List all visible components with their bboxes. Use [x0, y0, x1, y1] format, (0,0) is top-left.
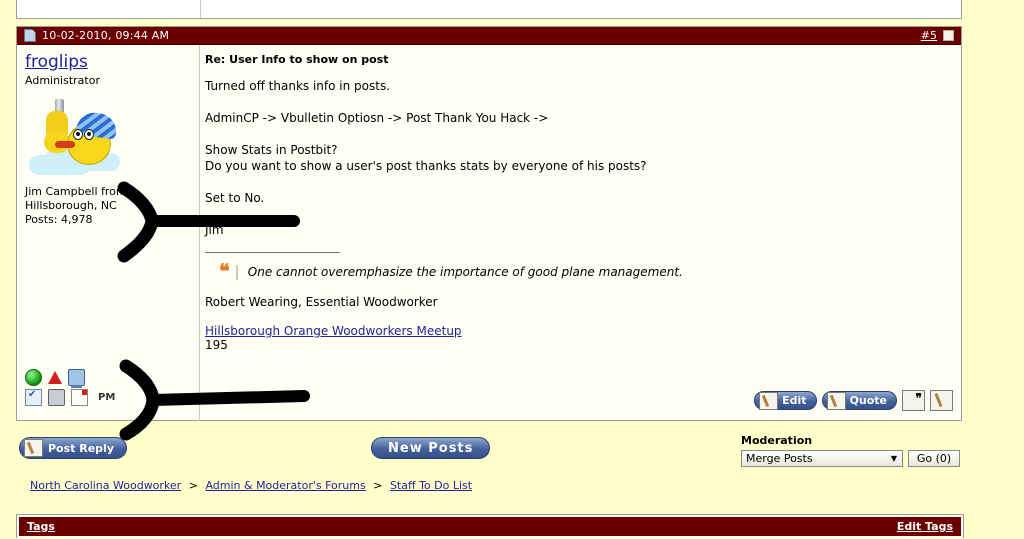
post-body-row: froglips Administrator Jim Campbell from…: [17, 45, 961, 421]
post-line-2: AdminCP -> Vbulletin Optiosn -> Post Tha…: [205, 111, 549, 125]
post-line-5: Set to No.: [205, 191, 265, 205]
moderation-go-button[interactable]: Go (0): [908, 450, 960, 467]
breadcrumb-separator-1: >: [188, 479, 198, 492]
moderation-panel: Moderation Merge Posts ▼ Go (0): [741, 434, 971, 467]
printer-icon[interactable]: [48, 389, 65, 406]
moderation-controls: Merge Posts ▼ Go (0): [741, 450, 971, 467]
tags-bar: Tags Edit Tags: [19, 517, 961, 536]
avatar-eye-left: [73, 128, 83, 140]
tags-link[interactable]: Tags: [27, 520, 55, 533]
user-meta: Jim Campbell from Hillsborough, NC Posts…: [25, 185, 199, 227]
warning-triangle-icon[interactable]: [48, 371, 62, 384]
page-flag-icon[interactable]: [71, 389, 88, 406]
quote-icon: [826, 391, 846, 410]
breadcrumb-item-category[interactable]: Admin & Moderator's Forums: [205, 479, 365, 492]
moderation-selected-value: Merge Posts: [746, 452, 813, 465]
moderation-select[interactable]: Merge Posts ▼: [741, 450, 903, 467]
post-number-text: #5: [920, 29, 937, 42]
post-title: Re: User Info to show on post: [205, 53, 389, 66]
edit-tags-link[interactable]: Edit Tags: [897, 520, 953, 533]
signature-quote: ❝ One cannot overemphasize the importanc…: [219, 259, 951, 283]
user-info-column: froglips Administrator Jim Campbell from…: [17, 45, 200, 421]
chevron-down-icon: ▼: [890, 454, 897, 463]
breadcrumb: North Carolina Woodworker > Admin & Mode…: [30, 479, 472, 492]
checkbox-icon[interactable]: [25, 389, 42, 406]
moderation-go-label: Go (0): [916, 452, 952, 465]
signature-separator: [205, 252, 340, 253]
status-icon-row-bottom: PM: [25, 389, 145, 406]
post-signoff: Jim: [205, 223, 224, 237]
moderation-title: Moderation: [741, 434, 813, 447]
user-realname: Jim Campbell from: [25, 184, 127, 198]
post-line-4: Do you want to show a user's post thanks…: [205, 159, 647, 173]
post-date: 10-02-2010, 09:44 AM: [42, 29, 170, 42]
bottom-toolbar: Post Reply New Posts Moderation Merge Po…: [16, 432, 964, 470]
edit-button-label: Edit: [782, 394, 807, 407]
post-line-1: Turned off thanks info in posts.: [205, 79, 391, 93]
username-link[interactable]: froglips: [25, 52, 88, 73]
new-posts-label: New Posts: [388, 440, 474, 456]
computer-icon[interactable]: [68, 369, 85, 388]
edit-button[interactable]: Edit: [754, 391, 817, 410]
avatar-tongue: [55, 140, 75, 148]
quickreply-button[interactable]: [930, 390, 953, 411]
avatar-eye-right: [84, 128, 94, 140]
post-document-icon: [24, 29, 36, 42]
post-action-buttons: Edit Quote ❞: [754, 390, 953, 411]
post-reply-label: Post Reply: [48, 441, 114, 455]
breadcrumb-item-forum[interactable]: North Carolina Woodworker: [30, 479, 181, 492]
pm-label[interactable]: PM: [98, 392, 115, 403]
online-indicator-icon: [25, 369, 42, 386]
edit-icon: [759, 391, 779, 410]
breadcrumb-item-thread[interactable]: Staff To Do List: [390, 479, 472, 492]
message-column: Re: User Info to show on post Turned off…: [200, 45, 961, 421]
post-container: 10-02-2010, 09:44 AM #5 froglips Adminis…: [16, 26, 962, 421]
multiquote-button[interactable]: ❞: [902, 390, 925, 411]
signature-number: 195: [205, 338, 228, 352]
previous-post-partial: [16, 0, 962, 19]
post-line-3: Show Stats in Postbit?: [205, 143, 338, 157]
status-icon-row-top: [25, 369, 145, 388]
quote-attribution: Robert Wearing, Essential Woodworker: [205, 295, 438, 309]
tags-container: Tags Edit Tags: [16, 514, 964, 538]
quote-button-label: Quote: [849, 394, 887, 407]
quote-text: One cannot overemphasize the importance …: [247, 265, 683, 279]
post-reply-button[interactable]: Post Reply: [19, 437, 127, 459]
quote-button[interactable]: Quote: [821, 391, 897, 410]
breadcrumb-separator-2: >: [373, 479, 383, 492]
square-icon[interactable]: [943, 30, 954, 41]
post-reply-icon: [24, 439, 43, 457]
user-postcount: Posts: 4,978: [25, 212, 93, 226]
column-divider: [200, 0, 201, 18]
quickreply-icon: [934, 392, 943, 408]
avatar: [25, 97, 125, 177]
new-posts-button[interactable]: New Posts: [371, 437, 491, 459]
user-location: Hillsborough, NC: [25, 198, 117, 212]
user-status-icons: PM: [25, 369, 145, 409]
quote-mark-icon: ❝: [219, 259, 230, 283]
signature-link[interactable]: Hillsborough Orange Woodworkers Meetup: [205, 324, 462, 338]
quote-bar: [235, 265, 238, 280]
multiquote-icon: ❞: [915, 391, 922, 405]
post-number-link[interactable]: #5: [921, 29, 937, 42]
post-header-bar: 10-02-2010, 09:44 AM #5: [17, 27, 961, 45]
user-title: Administrator: [25, 73, 100, 87]
